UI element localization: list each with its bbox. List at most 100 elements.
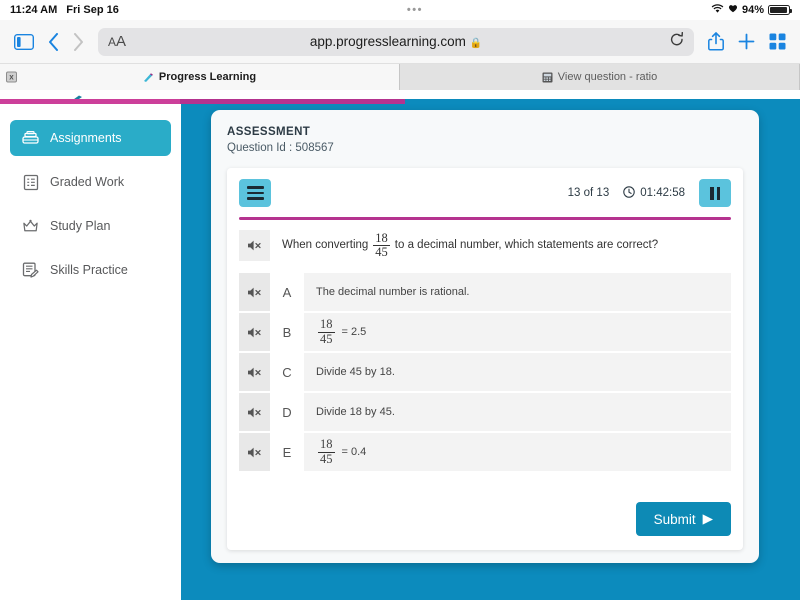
progress-learning-logo [70,90,84,103]
assessment-card: ASSESSMENT Question Id : 508567 13 of 13… [211,110,759,563]
fraction-numerator: 18 [320,317,333,332]
page-title: ASSESSMENT [227,126,311,138]
sidebar-item-graded-work[interactable]: Graded Work [10,164,171,200]
question-row: When converting 18 45 to a decimal numbe… [239,230,731,261]
answer-options-list: A The decimal number is rational. B 18 4… [239,273,731,471]
option-letter: A [270,273,304,311]
timer-value: 01:42:58 [640,187,685,199]
tab-overview-icon[interactable] [769,33,786,50]
option-fraction: 18 45 [318,318,335,345]
forward-button[interactable] [73,32,84,51]
browser-tab-bar: x Progress Learning View question - rati… [0,64,800,90]
option-letter: C [270,353,304,391]
address-bar[interactable]: AA app.progresslearning.com 🔒 [98,27,694,56]
option-letter: E [270,433,304,471]
tab-view-question-ratio[interactable]: View question - ratio [400,64,800,90]
status-bar-left: 11:24 AM Fri Sep 16 [10,4,119,16]
battery-percent-label: 94% [741,4,764,16]
sidebar-item-assignments[interactable]: Assignments [10,120,171,156]
pause-button[interactable] [699,179,731,207]
option-text: The decimal number is rational. [316,286,470,298]
fraction-denominator: 45 [373,245,390,259]
calculator-favicon [542,72,553,83]
option-text: Divide 45 by 18. [316,366,395,378]
sidebar-item-study-plan[interactable]: Study Plan [10,208,171,244]
progress-learning-favicon [143,72,154,83]
tab-progress-learning[interactable]: x Progress Learning [0,64,400,90]
option-text: Divide 18 by 45. [316,406,395,418]
status-bar-time: 11:24 AM [10,4,58,16]
sidebar-item-label: Study Plan [50,219,111,233]
option-fraction: 18 45 [318,438,335,465]
fraction-denominator: 45 [318,451,335,466]
question-text-after: to a decimal number, which statements ar… [394,239,659,252]
sidebar-item-label: Skills Practice [50,263,128,277]
assessment-timer: 01:42:58 [623,185,685,201]
option-letter: B [270,313,304,351]
lock-icon: 🔒 [469,38,483,49]
study-plan-icon [22,218,39,235]
sidebar-item-skills-practice[interactable]: Skills Practice [10,252,171,288]
submit-area: Submit ▶ [635,502,731,536]
status-bar-right: 94% [711,3,792,17]
answer-option-a[interactable]: A The decimal number is rational. [239,273,731,311]
app-viewport: Assignments Graded Work Study Plan Skill… [0,90,800,600]
fraction-numerator: 18 [375,230,388,245]
option-text: 18 45 = 0.4 [304,433,731,471]
status-bar-center: ••• [119,5,711,16]
speaker-muted-icon[interactable] [239,353,270,391]
new-tab-icon[interactable] [738,33,755,50]
sidebar-item-label: Graded Work [50,175,125,189]
speaker-muted-icon[interactable] [239,313,270,351]
fraction-numerator: 18 [320,437,333,452]
close-icon[interactable]: x [6,71,17,83]
question-toolbar: 13 of 13 01:42:58 [239,178,731,208]
app-header-strip [0,90,800,103]
question-text: When converting 18 45 to a decimal numbe… [270,230,659,259]
clock-icon [623,185,635,201]
speaker-muted-icon[interactable] [239,230,270,261]
back-button[interactable] [48,32,59,51]
answer-option-b[interactable]: B 18 45 = 2.5 [239,313,731,351]
answer-option-c[interactable]: C Divide 45 by 18. [239,353,731,391]
answer-option-e[interactable]: E 18 45 = 0.4 [239,433,731,471]
ios-status-bar: 11:24 AM Fri Sep 16 ••• 94% [0,0,800,20]
question-id-label: Question Id : 508567 [227,142,334,154]
submit-label: Submit [653,511,696,527]
option-text-value: = 0.4 [341,446,367,458]
question-panel: 13 of 13 01:42:58 When converting 18 45 … [227,168,743,550]
heart-icon [728,4,738,16]
answer-option-d[interactable]: D Divide 18 by 45. [239,393,731,431]
tab-label: Progress Learning [158,71,257,83]
question-counter: 13 of 13 [567,187,610,199]
speaker-muted-icon[interactable] [239,433,270,471]
question-progress-bar [239,217,731,220]
battery-icon [768,5,792,15]
status-bar-date: Fri Sep 16 [66,4,119,16]
graded-work-icon [22,174,39,191]
sidebar-nav: Assignments Graded Work Study Plan Skill… [0,104,181,600]
question-toolbar-right: 13 of 13 01:42:58 [568,179,731,207]
option-text: 18 45 = 2.5 [304,313,731,351]
question-text-before: When converting [282,239,369,252]
option-letter: D [270,393,304,431]
submit-button[interactable]: Submit ▶ [635,502,731,536]
reload-icon[interactable] [670,31,684,52]
sidebar-toggle-icon[interactable] [14,33,34,50]
wifi-icon [711,3,724,17]
speaker-muted-icon[interactable] [239,273,270,311]
play-arrow-icon: ▶ [702,511,713,526]
fraction-denominator: 45 [318,331,335,346]
assignments-icon [22,130,39,147]
browser-toolbar: AA app.progresslearning.com 🔒 [0,20,800,64]
option-text-value: = 2.5 [341,326,367,338]
status-bar-dots[interactable]: ••• [407,5,423,16]
speaker-muted-icon[interactable] [239,393,270,431]
url-text: app.progresslearning.com 🔒 [309,34,483,49]
share-icon[interactable] [708,32,724,51]
skills-practice-icon [22,262,39,279]
question-fraction: 18 45 [373,230,390,259]
tab-label: View question - ratio [557,71,658,83]
hamburger-menu-icon[interactable] [239,179,271,207]
sidebar-item-label: Assignments [50,131,122,145]
